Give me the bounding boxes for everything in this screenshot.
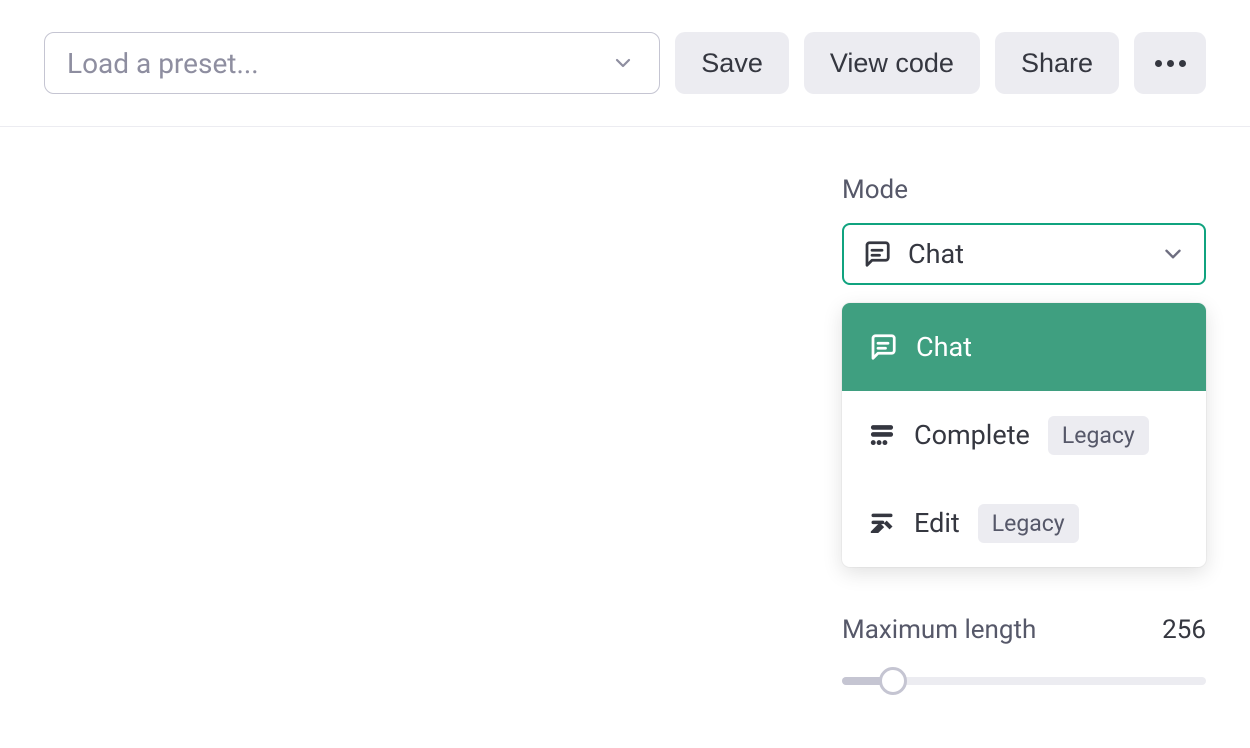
save-button-label: Save [701, 48, 763, 79]
mode-selected-label: Chat [908, 238, 1144, 270]
mode-option-chat[interactable]: Chat [842, 303, 1206, 391]
sidebar: Mode Chat Chat [820, 127, 1250, 747]
mode-option-complete[interactable]: Complete Legacy [842, 391, 1206, 479]
complete-icon [868, 421, 896, 449]
view-code-button[interactable]: View code [804, 32, 980, 94]
mode-option-label: Edit [914, 507, 960, 539]
mode-option-label: Complete [914, 419, 1030, 451]
toolbar: Load a preset... Save View code Share [0, 0, 1250, 127]
chat-icon [862, 239, 892, 269]
mode-label: Mode [842, 175, 1206, 205]
body: Mode Chat Chat [0, 127, 1250, 747]
save-button[interactable]: Save [675, 32, 789, 94]
more-button[interactable] [1134, 32, 1206, 94]
mode-option-edit[interactable]: Edit Legacy [842, 479, 1206, 567]
chevron-down-icon [1160, 241, 1186, 267]
preset-placeholder: Load a preset... [67, 47, 259, 80]
share-button-label: Share [1021, 48, 1093, 79]
mode-select[interactable]: Chat [842, 223, 1206, 285]
chevron-down-icon [609, 49, 637, 77]
main-area [0, 127, 820, 747]
preset-select[interactable]: Load a preset... [44, 32, 660, 94]
legacy-badge: Legacy [1048, 416, 1149, 455]
share-button[interactable]: Share [995, 32, 1119, 94]
mode-option-label: Chat [916, 331, 972, 363]
slider-thumb[interactable] [879, 667, 907, 695]
mode-dropdown: Chat Complete Legacy [842, 303, 1206, 567]
max-length-slider[interactable] [842, 667, 1206, 695]
max-length-label: Maximum length [842, 615, 1036, 645]
max-length-row: Maximum length 256 [842, 615, 1206, 645]
view-code-button-label: View code [830, 48, 954, 79]
max-length-value: 256 [1162, 615, 1206, 645]
legacy-badge: Legacy [978, 504, 1079, 543]
chat-icon [868, 332, 898, 362]
dots-icon [1155, 60, 1186, 67]
edit-icon [868, 509, 896, 537]
